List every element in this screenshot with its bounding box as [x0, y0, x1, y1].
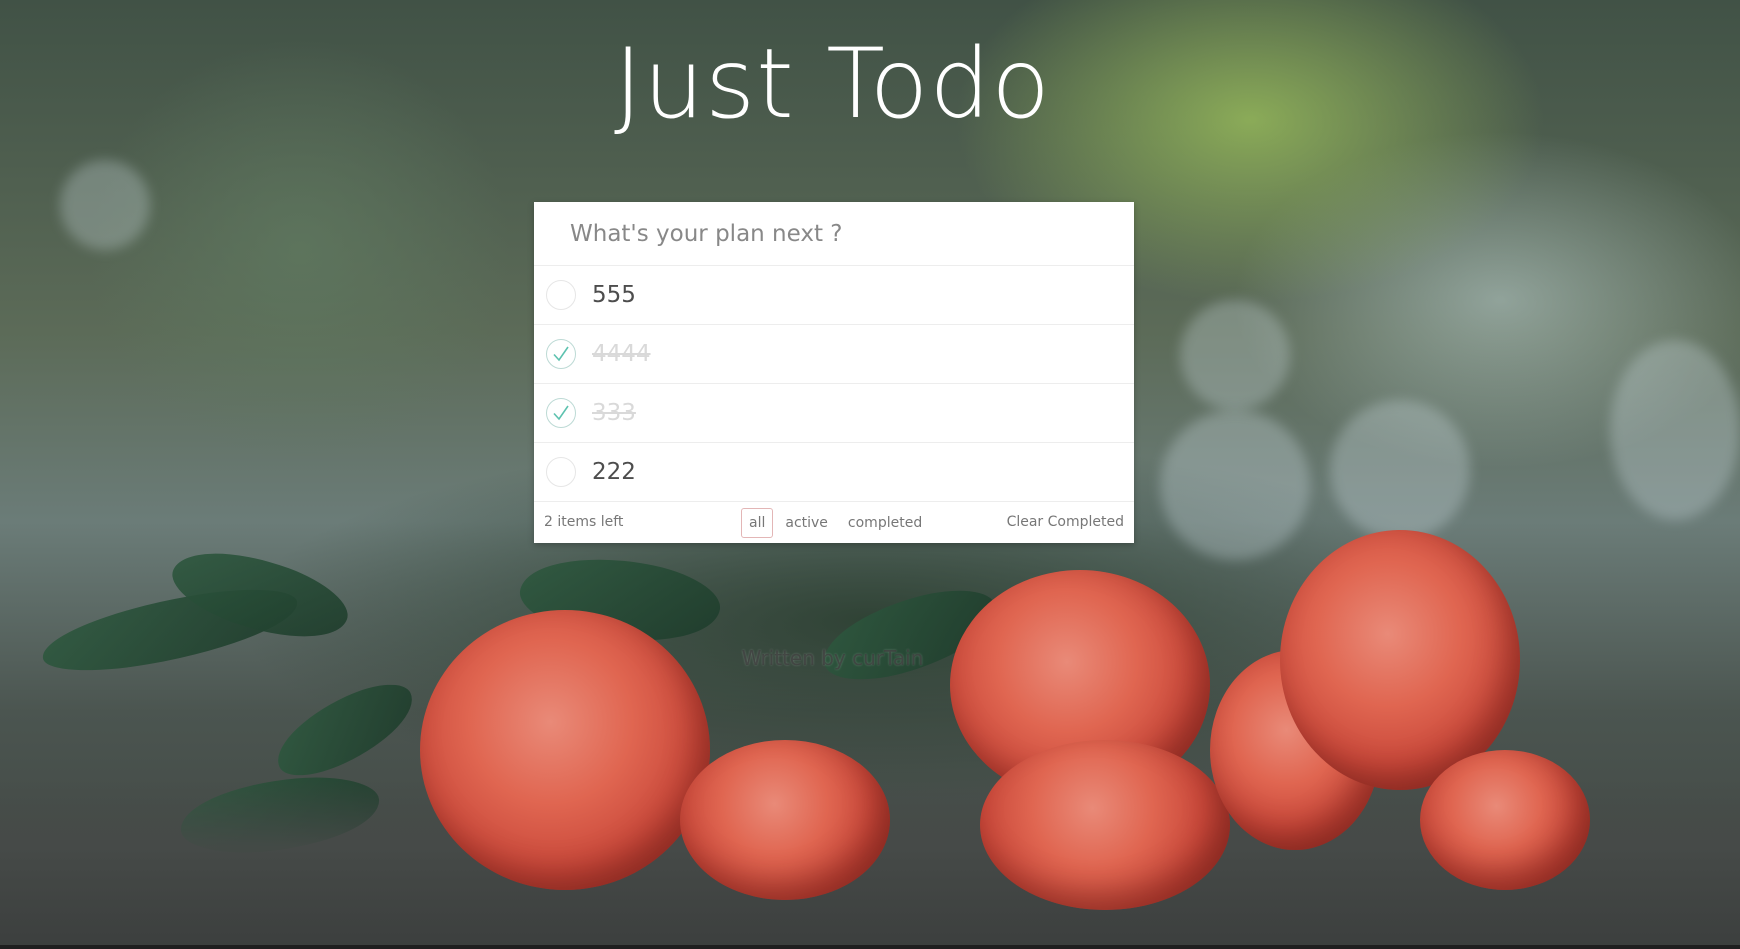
todo-label: 4444 — [592, 341, 651, 367]
todo-toggle[interactable] — [546, 280, 576, 310]
filter-active[interactable]: active — [777, 508, 836, 538]
todo-toggle[interactable] — [546, 398, 576, 428]
todo-app: 555 4444 333 222 2 items left al — [534, 202, 1134, 543]
filter-completed[interactable]: completed — [840, 508, 930, 538]
items-left-count: 2 items left — [544, 514, 624, 530]
app-title: Just Todo — [613, 28, 1052, 140]
author-credit: Written by curTain — [741, 646, 924, 670]
filter-all[interactable]: all — [741, 508, 774, 538]
check-icon — [553, 346, 569, 362]
clear-completed-button[interactable]: Clear Completed — [1007, 514, 1124, 530]
todo-list: 555 4444 333 222 — [534, 266, 1134, 502]
todo-label: 222 — [592, 459, 636, 485]
todo-toggle[interactable] — [546, 457, 576, 487]
todo-item[interactable]: 333 — [534, 384, 1134, 443]
todo-toggle[interactable] — [546, 339, 576, 369]
todo-footer: 2 items left all active completed Clear … — [534, 502, 1134, 543]
todo-label: 333 — [592, 400, 636, 426]
todo-item[interactable]: 4444 — [534, 325, 1134, 384]
todo-item[interactable]: 222 — [534, 443, 1134, 502]
bottom-edge — [0, 945, 1740, 949]
check-icon — [553, 405, 569, 421]
new-todo-input[interactable] — [534, 202, 1134, 266]
todo-item[interactable]: 555 — [534, 266, 1134, 325]
filter-group: all active completed — [741, 508, 930, 538]
todo-label: 555 — [592, 282, 636, 308]
